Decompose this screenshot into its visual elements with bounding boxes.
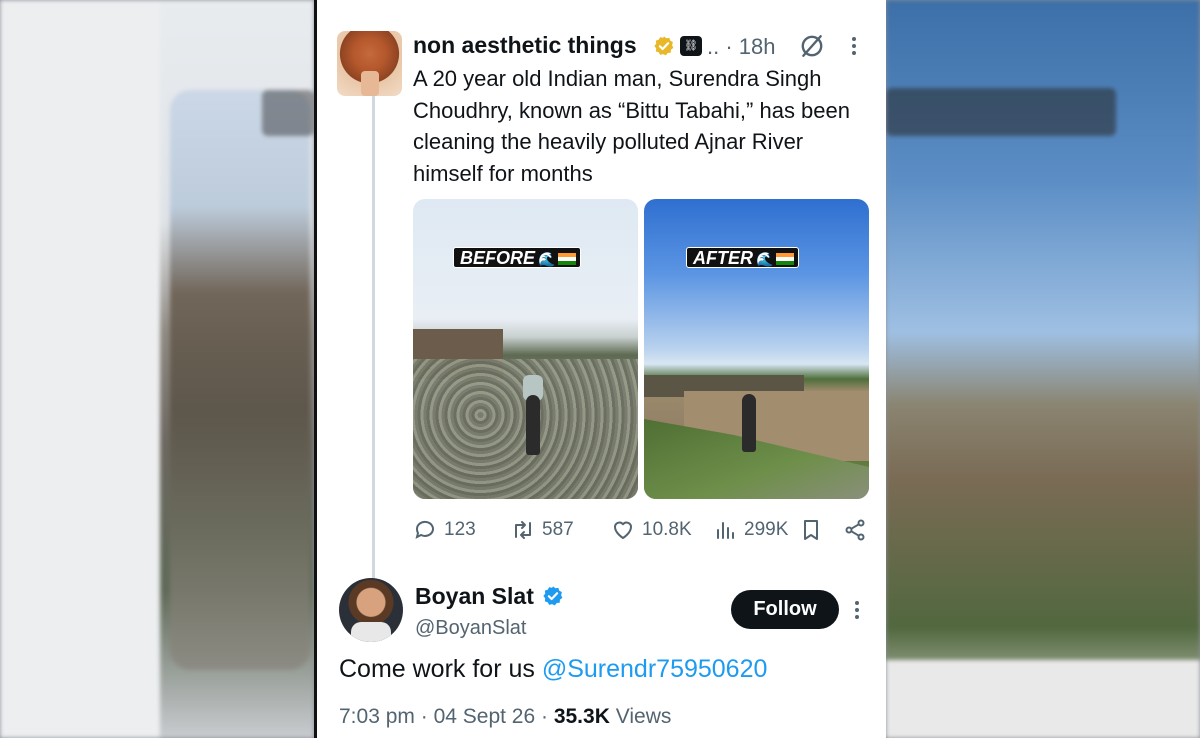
after-label-text: AFTER (693, 248, 753, 268)
views-count: 299K (744, 519, 789, 540)
reply-text: Come work for us @Surendr75950620 (339, 655, 767, 684)
blurred-background-right (886, 0, 1200, 738)
after-photo[interactable]: AFTER 🌊 (644, 199, 869, 499)
verified-blue-icon (543, 586, 563, 606)
more-icon[interactable] (850, 34, 858, 58)
before-label-text: BEFORE (460, 248, 536, 268)
tweet-time-row: .. · 18h (707, 34, 776, 59)
repost-icon (515, 521, 531, 539)
grok-icon[interactable] (799, 33, 825, 59)
thread-line (372, 96, 375, 580)
reply-icon (415, 520, 434, 539)
tweet-text: A 20 year old Indian man, Surendra Singh… (413, 66, 851, 186)
like-button[interactable]: 10.8K (611, 515, 692, 545)
before-label: BEFORE 🌊 (453, 247, 582, 268)
reply-date[interactable]: 04 Sept 26 (434, 705, 536, 728)
follow-button[interactable]: Follow (731, 590, 839, 629)
india-flag-icon (776, 253, 795, 265)
after-label: AFTER 🌊 (686, 247, 800, 268)
share-button[interactable] (843, 515, 874, 545)
blurred-background-left (0, 0, 314, 738)
reply-views-count: 35.3K (553, 705, 610, 728)
reply-views-label: Views (615, 705, 672, 728)
screenshot-stage: non aesthetic things ⛓ .. · 18h A 20 yea… (0, 0, 1200, 738)
reply-button[interactable]: 123 (413, 515, 476, 545)
india-flag-icon (558, 253, 577, 265)
verified-gold-icon (654, 36, 674, 56)
reply-author-handle[interactable]: @BoyanSlat (415, 617, 526, 640)
more-icon[interactable] (853, 598, 861, 622)
reply-body: Come work for us (339, 655, 535, 683)
tweet-time[interactable]: 18h (739, 34, 776, 59)
like-icon (614, 521, 632, 539)
before-photo[interactable]: BEFORE 🌊 (413, 199, 638, 499)
action-bar: 123 587 10.8K 299K (413, 515, 873, 545)
share-icon (845, 519, 865, 541)
reply-author-name[interactable]: Boyan Slat (415, 583, 534, 610)
affiliate-badge-icon: ⛓ (680, 36, 702, 56)
tweet-media[interactable]: BEFORE 🌊 AFTER 🌊 (413, 199, 869, 499)
author-avatar[interactable] (337, 31, 402, 96)
reply-count: 123 (444, 519, 476, 540)
views-icon (717, 522, 734, 539)
tweet-card: non aesthetic things ⛓ .. · 18h A 20 yea… (314, 0, 886, 738)
mention-link[interactable]: @Surendr75950620 (542, 655, 768, 683)
reply-meta: 7:03 pm · 04 Sept 26 · 35.3K Views (339, 705, 672, 728)
repost-count: 587 (542, 519, 574, 540)
repost-button[interactable]: 587 (511, 515, 574, 545)
like-count: 10.8K (642, 519, 692, 540)
bookmark-button[interactable] (799, 515, 830, 545)
author-name[interactable]: non aesthetic things (413, 32, 637, 59)
reply-author-avatar[interactable] (339, 578, 403, 642)
views-button[interactable]: 299K (713, 515, 788, 545)
bookmark-icon (804, 520, 818, 540)
reply-time[interactable]: 7:03 pm (339, 705, 415, 728)
